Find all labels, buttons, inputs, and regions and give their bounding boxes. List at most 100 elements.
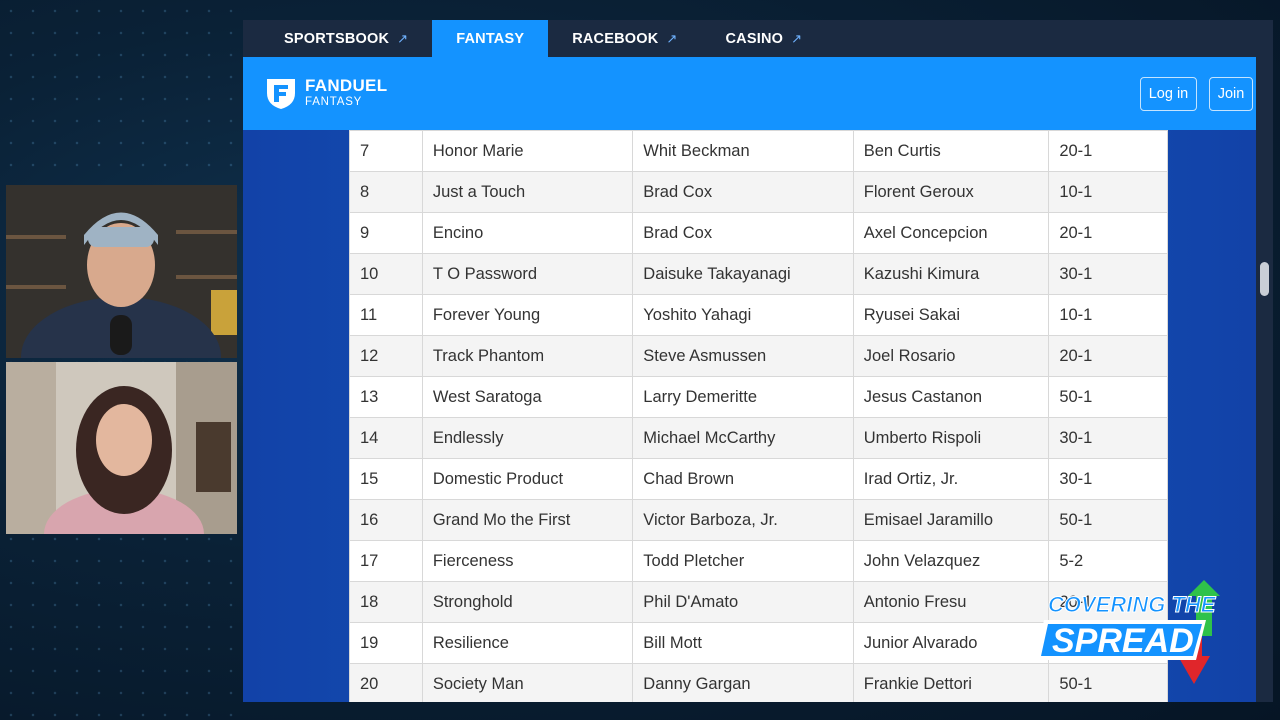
cell-post: 19 <box>349 622 423 664</box>
cell-trainer: Larry Demeritte <box>632 376 854 418</box>
cell-odds: 30-1 <box>1048 253 1168 295</box>
tab-fantasy-label: FANTASY <box>456 30 525 47</box>
webcam-host-female <box>6 362 237 534</box>
table-row: 14 Endlessly Michael McCarthy Umberto Rispo… <box>349 417 1168 459</box>
cell-horse: Fierceness <box>421 540 634 582</box>
webcam-host-male <box>6 185 237 358</box>
brand-header: FANDUEL FANTASY Log in Join <box>243 57 1256 130</box>
cell-trainer: Todd Pletcher <box>632 540 854 582</box>
covering-the-spread-logo: COVERING THE SPREAD <box>1036 580 1220 684</box>
cell-post: 7 <box>349 130 423 172</box>
cell-jockey: John Velazquez <box>852 540 1050 582</box>
table-row: 8 Just a Touch Brad Cox Florent Geroux 10-1 <box>349 171 1168 213</box>
cell-odds: 20-1 <box>1048 130 1168 172</box>
tab-casino-label: CASINO <box>725 30 784 47</box>
login-button[interactable]: Log in <box>1140 77 1197 111</box>
cell-horse: West Saratoga <box>421 376 634 418</box>
cell-jockey: Joel Rosario <box>852 335 1050 377</box>
table-row: 9 Encino Brad Cox Axel Concepcion 20-1 <box>349 212 1168 254</box>
cell-odds: 20-1 <box>1048 212 1168 254</box>
cell-trainer: Phil D'Amato <box>632 581 854 623</box>
cell-horse: Track Phantom <box>421 335 634 377</box>
cell-trainer: Brad Cox <box>632 212 854 254</box>
background-dot-pattern <box>0 0 240 720</box>
scrollbar-thumb[interactable] <box>1260 262 1269 296</box>
cell-jockey: Ben Curtis <box>852 130 1050 172</box>
cell-horse: Stronghold <box>421 581 634 623</box>
external-link-icon: ↗ <box>666 30 678 46</box>
scrollbar[interactable] <box>1256 20 1273 702</box>
cell-horse: T O Password <box>421 253 634 295</box>
external-link-icon: ↗ <box>791 30 803 46</box>
cell-post: 9 <box>349 212 423 254</box>
cell-horse: Grand Mo the First <box>421 499 634 541</box>
brand-name: FANDUEL <box>305 76 388 95</box>
cell-post: 11 <box>349 294 423 336</box>
cell-post: 20 <box>349 663 423 702</box>
cell-trainer: Daisuke Takayanagi <box>632 253 854 295</box>
webcam-host-female-image <box>6 362 237 534</box>
tab-fantasy[interactable]: FANTASY <box>432 20 549 57</box>
cell-horse: Domestic Product <box>421 458 634 500</box>
cell-post: 15 <box>349 458 423 500</box>
cell-post: 18 <box>349 581 423 623</box>
cell-odds: 30-1 <box>1048 458 1168 500</box>
cell-post: 12 <box>349 335 423 377</box>
table-row: 11 Forever Young Yoshito Yahagi Ryusei Saka… <box>349 294 1168 336</box>
cell-jockey: Frankie Dettori <box>852 663 1050 702</box>
cell-odds: 10-1 <box>1048 171 1168 213</box>
fanduel-shield-icon <box>267 79 295 109</box>
cell-jockey: Umberto Rispoli <box>852 417 1050 459</box>
cts-line2: SPREAD <box>1052 622 1194 660</box>
cell-post: 14 <box>349 417 423 459</box>
join-button[interactable]: Join <box>1209 77 1253 111</box>
tab-sportsbook-label: SPORTSBOOK <box>284 30 390 47</box>
table-row: 15 Domestic Product Chad Brown Irad Ortiz, … <box>349 458 1168 500</box>
cell-jockey: Ryusei Sakai <box>852 294 1050 336</box>
cell-trainer: Chad Brown <box>632 458 854 500</box>
cell-post: 8 <box>349 171 423 213</box>
tab-sportsbook[interactable]: SPORTSBOOK ↗ <box>260 20 432 57</box>
cell-trainer: Yoshito Yahagi <box>632 294 854 336</box>
cell-jockey: Junior Alvarado <box>852 622 1050 664</box>
cell-jockey: Emisael Jaramillo <box>852 499 1050 541</box>
cell-trainer: Brad Cox <box>632 171 854 213</box>
cell-jockey: Antonio Fresu <box>852 581 1050 623</box>
cell-horse: Encino <box>421 212 634 254</box>
cell-trainer: Whit Beckman <box>632 130 854 172</box>
cell-post: 10 <box>349 253 423 295</box>
tab-racebook-label: RACEBOOK <box>572 30 659 47</box>
cell-odds: 20-1 <box>1048 335 1168 377</box>
cell-post: 17 <box>349 540 423 582</box>
cell-horse: Just a Touch <box>421 171 634 213</box>
tab-racebook[interactable]: RACEBOOK ↗ <box>548 20 701 57</box>
table-row: 12 Track Phantom Steve Asmussen Joel Rosari… <box>349 335 1168 377</box>
cell-trainer: Bill Mott <box>632 622 854 664</box>
fanduel-logo[interactable]: FANDUEL FANTASY <box>263 75 387 111</box>
external-link-icon: ↗ <box>397 30 409 46</box>
cell-horse: Endlessly <box>421 417 634 459</box>
cell-jockey: Irad Ortiz, Jr. <box>852 458 1050 500</box>
cell-jockey: Kazushi Kimura <box>852 253 1050 295</box>
cell-trainer: Michael McCarthy <box>632 417 854 459</box>
webcam-host-male-image <box>6 185 237 358</box>
table-row: 16 Grand Mo the First Victor Barboza, Jr. E… <box>349 499 1168 541</box>
tab-casino[interactable]: CASINO ↗ <box>702 20 827 57</box>
cell-horse: Resilience <box>421 622 634 664</box>
cell-odds: 50-1 <box>1048 376 1168 418</box>
cell-post: 13 <box>349 376 423 418</box>
cell-horse: Society Man <box>421 663 634 702</box>
cell-horse: Forever Young <box>421 294 634 336</box>
cell-trainer: Victor Barboza, Jr. <box>632 499 854 541</box>
cell-odds: 30-1 <box>1048 417 1168 459</box>
table-row: 10 T O Password Daisuke Takayanagi Kazushi … <box>349 253 1168 295</box>
cell-jockey: Jesus Castanon <box>852 376 1050 418</box>
cell-odds: 10-1 <box>1048 294 1168 336</box>
cell-horse: Honor Marie <box>421 130 634 172</box>
brand-sub: FANTASY <box>305 96 363 108</box>
cell-jockey: Florent Geroux <box>852 171 1050 213</box>
cell-trainer: Danny Gargan <box>632 663 854 702</box>
cell-post: 16 <box>349 499 423 541</box>
top-nav: SPORTSBOOK ↗ FANTASY RACEBOOK ↗ CASINO ↗ <box>243 20 1256 57</box>
cts-line1: COVERING THE <box>1048 592 1217 617</box>
